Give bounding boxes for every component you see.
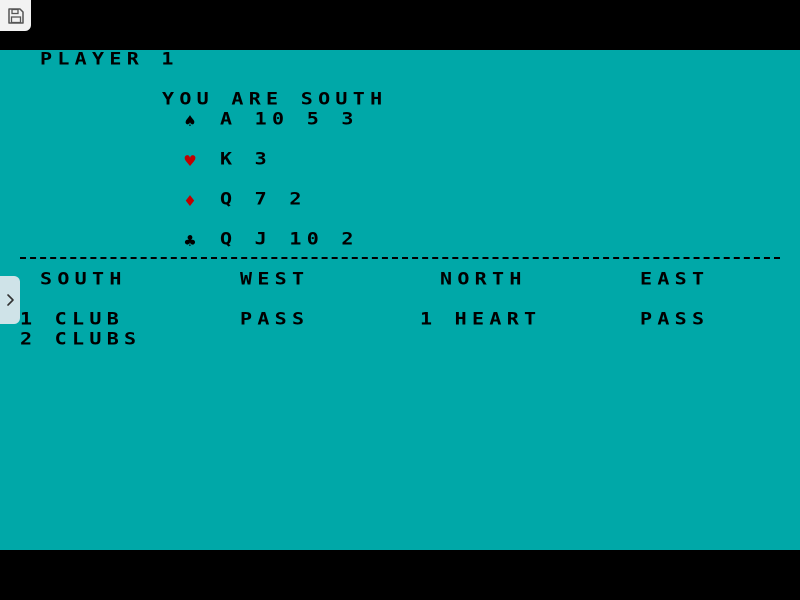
bid-cell: PASS [240, 308, 310, 329]
seat-label: YOU ARE SOUTH [162, 88, 388, 109]
diamond-icon: ♦ [183, 192, 197, 210]
hand-hearts: K 3 [220, 148, 273, 169]
club-icon: ♣ [183, 232, 197, 250]
save-button[interactable] [0, 0, 31, 31]
bid-cell: 1 HEART [420, 308, 542, 329]
floppy-disk-icon [7, 7, 24, 24]
column-header-north: NORTH [440, 268, 527, 289]
side-panel-toggle[interactable] [0, 276, 20, 324]
divider [20, 257, 780, 259]
player-label: PLAYER 1 [40, 48, 179, 69]
hand-diamonds: Q 7 2 [220, 188, 307, 209]
heart-icon: ♥ [183, 152, 197, 170]
column-header-west: WEST [240, 268, 310, 289]
hand-clubs: Q J 10 2 [220, 228, 359, 249]
bid-cell: 1 CLUB [20, 308, 125, 329]
column-header-south: SOUTH [40, 268, 127, 289]
chevron-right-icon [7, 294, 14, 306]
spade-icon: ♠ [183, 112, 197, 130]
game-canvas: PLAYER 1 YOU ARE SOUTH ♠ A 10 5 3 ♥ K 3 … [0, 50, 800, 550]
game-screen: PLAYER 1 YOU ARE SOUTH ♠ A 10 5 3 ♥ K 3 … [0, 0, 800, 600]
bid-cell: PASS [640, 308, 710, 329]
column-header-east: EAST [640, 268, 710, 289]
hand-spades: A 10 5 3 [220, 108, 359, 129]
bid-cell: 2 CLUBS [20, 328, 142, 349]
